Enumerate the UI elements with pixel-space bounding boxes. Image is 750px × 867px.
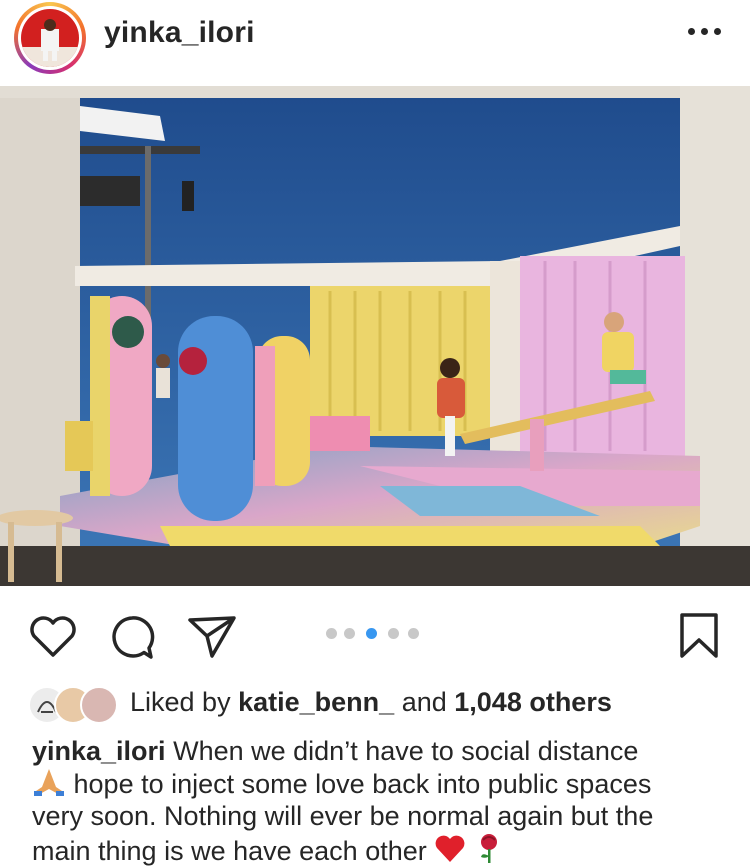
red-heart-emoji-icon	[435, 835, 465, 862]
likes-others-count[interactable]: 1,048 others	[454, 687, 612, 717]
avatar[interactable]	[18, 6, 82, 70]
carousel-dot	[344, 628, 355, 639]
share-icon[interactable]	[186, 614, 238, 660]
likes-row: Liked by katie_benn_ and 1,048 others	[28, 680, 728, 728]
post-image[interactable]	[0, 86, 750, 586]
likes-prefix: Liked by	[130, 687, 231, 717]
likes-summary[interactable]: Liked by katie_benn_ and 1,048 others	[130, 687, 612, 718]
caption-line-2: hope to inject some love back into publi…	[73, 769, 652, 799]
heart-icon[interactable]	[28, 616, 78, 658]
rose-emoji-icon	[480, 834, 497, 863]
liker-avatar	[80, 686, 118, 724]
caption-line-3: very soon. Nothing will ever be normal a…	[32, 801, 654, 831]
likes-connector: and	[401, 687, 447, 717]
caption-line-4: main thing is we have each other	[32, 836, 427, 866]
carousel-dot-active	[366, 628, 377, 639]
caption-username[interactable]: yinka_ilori	[32, 736, 166, 766]
liker-avatars[interactable]	[28, 686, 122, 724]
folded-hands-emoji-icon	[34, 769, 64, 796]
comment-icon[interactable]	[108, 614, 156, 662]
liked-by-username[interactable]: katie_benn_	[238, 687, 394, 717]
carousel-dot	[326, 628, 337, 639]
caption-line-1: When we didn’t have to social distance	[173, 736, 639, 766]
post-caption: yinka_ilori When we didn’t have to socia…	[32, 735, 722, 867]
carousel-dot	[408, 628, 419, 639]
post-header: yinka_ilori	[0, 0, 750, 86]
story-ring[interactable]	[14, 2, 86, 74]
more-options-icon[interactable]	[688, 26, 722, 36]
carousel-dot	[388, 628, 399, 639]
username-link[interactable]: yinka_ilori	[104, 16, 255, 50]
bookmark-icon[interactable]	[678, 612, 720, 660]
avatar-photo	[21, 9, 79, 67]
playground-photo	[0, 86, 750, 586]
action-bar	[0, 598, 750, 668]
